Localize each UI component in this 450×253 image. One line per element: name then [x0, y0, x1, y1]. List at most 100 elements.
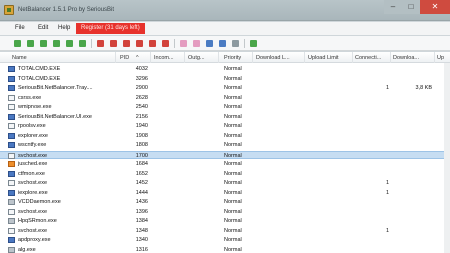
process-pid: 1652: [135, 170, 148, 177]
process-connections: 1: [385, 227, 389, 234]
process-pid: 2540: [135, 104, 148, 110]
table-row[interactable]: TOTALCMD.EXE 4032 Normal: [0, 65, 450, 73]
column-header-download-limit[interactable]: Download L...: [256, 55, 302, 61]
column-header-upload-limit[interactable]: Upload Limit: [308, 55, 352, 61]
column-divider[interactable]: [390, 52, 391, 63]
process-name: TOTALCMD.EXE: [18, 66, 61, 72]
table-row[interactable]: iexplore.exe 1444 Normal 1: [0, 189, 450, 197]
table-row[interactable]: SeriousBit.NetBalancer.UI.exe 2156 Normal: [0, 113, 450, 121]
register-button[interactable]: Register (31 days left): [76, 23, 145, 34]
minimize-button[interactable]: –: [384, 0, 402, 14]
table-row[interactable]: rpoolsv.exe 1940 Normal: [0, 122, 450, 130]
upload-limit-icon[interactable]: [64, 38, 75, 49]
table-row[interactable]: SeriousBit.NetBalancer.Tray.... 2900 Norma…: [0, 84, 450, 92]
rules-icon[interactable]: [191, 38, 202, 49]
process-name: explorer.exe: [18, 132, 48, 139]
table-row[interactable]: csrss.exe 2628 Normal: [0, 94, 450, 102]
process-priority: Normal: [224, 227, 242, 234]
process-priority: Normal: [224, 189, 242, 196]
download-limit-icon[interactable]: [51, 38, 62, 49]
settings-icon[interactable]: [230, 38, 241, 49]
table-row[interactable]: wscntfy.exe 1808 Normal: [0, 141, 450, 149]
process-icon: [8, 94, 15, 101]
process-name: jusched.exe: [18, 161, 48, 167]
high-priority-icon[interactable]: [25, 38, 36, 49]
column-header-pid[interactable]: PID: [120, 55, 134, 61]
process-priority: Normal: [224, 132, 242, 139]
process-pid: 1316: [135, 246, 148, 253]
column-header-download[interactable]: Downloa...: [393, 55, 426, 61]
column-divider[interactable]: [304, 52, 305, 63]
menu-edit[interactable]: Edit: [38, 25, 48, 31]
block-all-icon[interactable]: [121, 38, 132, 49]
process-pid: 2900: [135, 85, 148, 91]
column-header-incoming[interactable]: Incom...: [154, 55, 184, 61]
process-pid: 1684: [135, 161, 148, 167]
process-name: iexplore.exe: [18, 189, 48, 196]
process-priority: Normal: [224, 170, 242, 177]
priority-icon[interactable]: [160, 38, 171, 49]
process-priority: Normal: [224, 152, 242, 159]
table-row[interactable]: svchost.exe 1396 Normal: [0, 208, 450, 216]
column-header-outgoing[interactable]: Outg...: [188, 55, 218, 61]
column-divider[interactable]: [218, 52, 219, 63]
toolbar-separator: [174, 39, 175, 48]
window-title: NetBalancer 1.5.1 Pro by SeriousBit: [18, 7, 115, 13]
filter-icon[interactable]: [178, 38, 189, 49]
process-connections: 1: [385, 85, 389, 91]
close-button[interactable]: ✕: [420, 0, 450, 14]
column-header-connections[interactable]: Connecti...: [355, 55, 388, 61]
check-icon[interactable]: [248, 38, 259, 49]
reset-icon[interactable]: [77, 38, 88, 49]
process-pid: 1340: [135, 237, 148, 243]
process-pid: 1700: [135, 152, 148, 159]
table-row[interactable]: svchost.exe 1348 Normal 1: [0, 227, 450, 235]
menu-file[interactable]: File: [15, 25, 25, 31]
table-row[interactable]: TOTALCMD.EXE 3296 Normal: [0, 75, 450, 83]
table-row[interactable]: HpqSRmon.exe 1384 Normal: [0, 217, 450, 225]
block-incoming-icon[interactable]: [95, 38, 106, 49]
process-priority: Normal: [224, 180, 242, 186]
process-name: svchost.exe: [18, 208, 48, 215]
process-pid: 3296: [135, 75, 148, 82]
process-icon: [8, 85, 15, 91]
column-header-priority[interactable]: Priority: [224, 55, 252, 61]
column-divider[interactable]: [352, 52, 353, 63]
vertical-scrollbar[interactable]: [444, 63, 450, 253]
menu-bar: File Edit Help Register (31 days left): [0, 22, 450, 35]
process-pid: 1908: [135, 132, 148, 139]
statistics-icon[interactable]: [204, 38, 215, 49]
ignore-icon[interactable]: [134, 38, 145, 49]
process-priority: Normal: [224, 104, 242, 110]
column-divider[interactable]: [252, 52, 253, 63]
menu-help[interactable]: Help: [58, 25, 70, 31]
limit-icon[interactable]: [147, 38, 158, 49]
table-row[interactable]: svchost.exe 1452 Normal 1: [0, 179, 450, 187]
table-row[interactable]: explorer.exe 1908 Normal: [0, 132, 450, 140]
process-pid: 2628: [135, 94, 148, 101]
column-divider[interactable]: [184, 52, 185, 63]
table-row[interactable]: jusched.exe 1684 Normal: [0, 160, 450, 168]
process-priority: Normal: [224, 75, 242, 82]
table-row[interactable]: ctfmon.exe 1652 Normal: [0, 170, 450, 178]
traffic-chart-icon[interactable]: [217, 38, 228, 49]
column-divider[interactable]: [434, 52, 435, 63]
process-icon: [8, 237, 15, 243]
column-header-name[interactable]: Name: [12, 55, 112, 61]
table-row[interactable]: apdproxy.exe 1340 Normal: [0, 236, 450, 244]
column-divider[interactable]: [115, 52, 116, 63]
process-priority: Normal: [224, 208, 242, 215]
table-row[interactable]: alg.exe 1316 Normal: [0, 246, 450, 253]
maximize-button[interactable]: □: [402, 0, 420, 14]
process-icon: [8, 142, 15, 148]
process-priority: Normal: [224, 246, 242, 253]
normal-priority-icon[interactable]: [12, 38, 23, 49]
table-row[interactable]: VCDDaemon.exe 1436 Normal: [0, 198, 450, 206]
column-header-upload[interactable]: Up: [437, 55, 444, 61]
table-row[interactable]: svchost.exe 1700 Normal: [0, 150, 450, 159]
table-row[interactable]: wmiprvse.exe 2540 Normal: [0, 103, 450, 111]
column-divider[interactable]: [150, 52, 151, 63]
low-priority-icon[interactable]: [38, 38, 49, 49]
block-outgoing-icon[interactable]: [108, 38, 119, 49]
process-name: alg.exe: [18, 246, 36, 253]
